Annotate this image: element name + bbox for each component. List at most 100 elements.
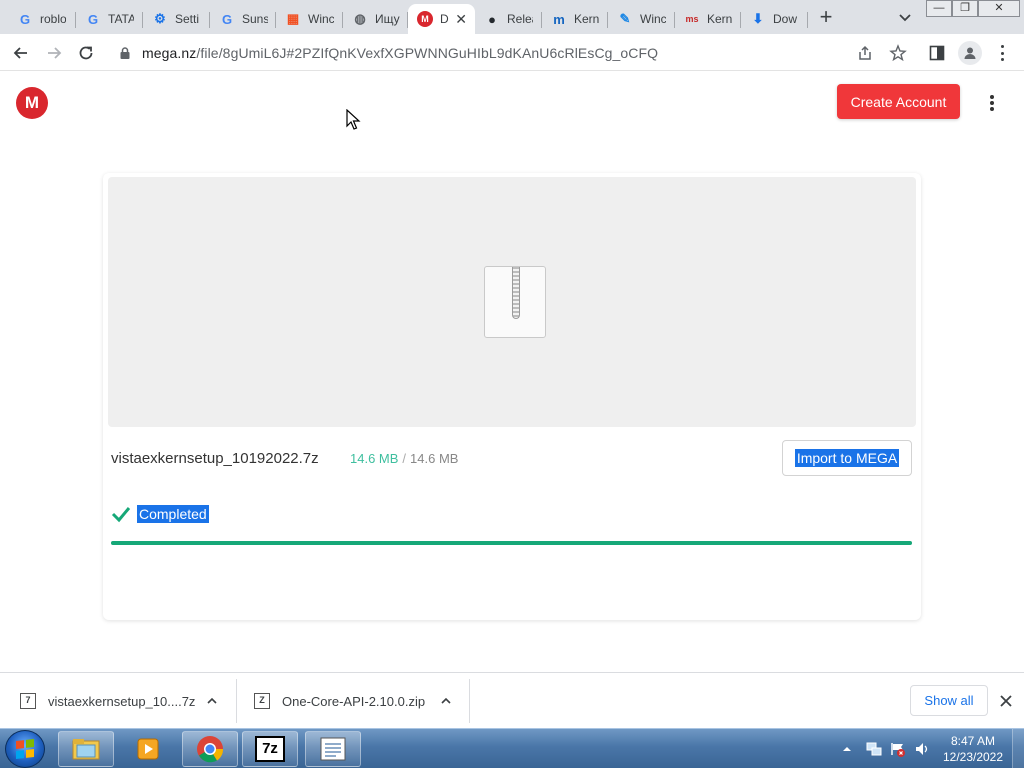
download-status: Completed <box>137 505 209 523</box>
chrome-settings-icon: ⚙ <box>154 11 166 26</box>
checkmark-icon <box>111 507 131 523</box>
url-path: /file/8gUmiL6J#2PZIfQnKVexfXGPWNNGuHIbL9… <box>196 44 659 61</box>
browser-tab[interactable]: ● Relea <box>475 4 542 34</box>
google-g-icon: G <box>221 11 233 27</box>
browser-menu-button[interactable] <box>996 44 1008 62</box>
arrow-right-icon <box>48 47 62 59</box>
taskbar-clock[interactable]: 8:47 AM 12/23/2022 <box>938 733 1008 765</box>
reload-button[interactable] <box>75 42 97 64</box>
mega-logo-icon[interactable]: M <box>16 87 48 119</box>
m-square-icon: m <box>553 11 565 27</box>
restore-button[interactable]: ❐ <box>952 0 978 17</box>
total-size: 14.6 MB <box>410 451 459 466</box>
download-separator <box>236 679 237 723</box>
microsoft-logo-icon: ▦ <box>286 11 300 26</box>
tab-title: Kern <box>574 12 600 26</box>
chevron-up-icon[interactable] <box>206 695 218 707</box>
minimize-button[interactable]: — <box>926 0 952 17</box>
create-account-button[interactable]: Create Account <box>837 84 960 119</box>
bookmark-star-icon[interactable] <box>889 44 907 62</box>
download-shelf: 7 vistaexkernsetup_10....7z Z One-Core-A… <box>0 672 1024 728</box>
edit-pen-icon: ✎ <box>619 11 631 26</box>
download-item[interactable]: Z One-Core-API-2.10.0.zip <box>254 673 470 729</box>
file-size: 14.6 MB/14.6 MB <box>350 451 458 466</box>
tab-title: Dow <box>773 12 798 26</box>
start-button[interactable] <box>5 730 45 768</box>
tray-expand-icon[interactable] <box>842 744 852 754</box>
arrow-left-icon <box>13 47 27 59</box>
taskbar-media-player[interactable] <box>120 731 176 767</box>
notepad-icon <box>320 737 346 761</box>
tab-title: D <box>440 12 449 26</box>
browser-tab[interactable]: G TATA <box>76 4 143 34</box>
show-all-downloads-button[interactable]: Show all <box>910 685 988 716</box>
chrome-icon <box>197 736 224 763</box>
windows-logo-icon <box>16 739 34 759</box>
github-icon: ● <box>488 11 496 27</box>
reload-icon <box>79 46 93 60</box>
browser-tab[interactable]: ⬇ Dow <box>741 4 808 34</box>
tab-title: Suns <box>242 12 268 26</box>
tab-title: Setti <box>175 12 200 26</box>
media-player-icon <box>137 738 159 760</box>
downloaded-size: 14.6 MB <box>350 451 399 466</box>
zip-archive-icon <box>484 266 546 338</box>
system-tray <box>842 729 930 769</box>
browser-tab[interactable]: ▦ Winc <box>276 4 343 34</box>
mouse-cursor-icon <box>346 109 361 130</box>
taskbar-notepad[interactable] <box>305 731 361 767</box>
tab-title: Ищу <box>375 12 400 26</box>
network-icon[interactable] <box>866 741 882 757</box>
download-progress-bar <box>111 541 912 545</box>
share-icon[interactable] <box>857 44 875 62</box>
browser-tab-strip: Groblo G TATA ⚙ Setti G Suns ▦ Winc ◍Ищу MD ✕ ●Relea… <box>0 0 1024 34</box>
side-panel-icon[interactable] <box>928 44 946 62</box>
taskbar-7zip[interactable]: 7z <box>242 731 298 767</box>
google-g-icon: G <box>87 11 99 27</box>
show-desktop-button[interactable] <box>1012 729 1024 769</box>
url-text[interactable]: mega.nz/file/8gUmiL6J#2PZIfQnKVexfXGPWNN… <box>142 45 658 61</box>
mega-logo-icon: M <box>417 11 433 27</box>
forward-button[interactable] <box>43 42 65 64</box>
browser-tab[interactable]: m Kern <box>542 4 608 34</box>
import-button-label: Import to MEGA <box>794 449 900 467</box>
browser-tab[interactable]: Groblo <box>8 4 76 34</box>
tab-close-icon[interactable]: ✕ <box>455 11 467 28</box>
new-tab-button[interactable]: + <box>814 6 838 30</box>
taskbar-file-explorer[interactable] <box>58 731 114 767</box>
browser-tab[interactable]: ◍ Ищу <box>343 4 408 34</box>
browser-tab[interactable]: ⚙ Setti <box>143 4 210 34</box>
tab-active[interactable]: M D ✕ <box>408 4 475 34</box>
chevron-up-icon[interactable] <box>440 695 452 707</box>
tab-search-chevron-icon[interactable] <box>896 8 914 26</box>
tab-title: roblo <box>40 12 66 26</box>
clock-date: 12/23/2022 <box>942 750 1004 764</box>
size-separator: / <box>402 451 407 466</box>
file-name: vistaexkernsetup_10192022.7z <box>111 450 319 467</box>
page-menu-button[interactable] <box>982 92 1002 114</box>
address-bar[interactable]: mega.nz/file/8gUmiL6J#2PZIfQnKVexfXGPWNN… <box>108 38 918 67</box>
windows-taskbar: 7z 8:47 AM 12/23/2022 <box>0 728 1024 769</box>
back-button[interactable] <box>10 42 32 64</box>
url-host: mega.nz <box>142 44 197 61</box>
browser-tab[interactable]: G Suns <box>210 4 276 34</box>
browser-tab[interactable]: ms Kern <box>675 4 741 34</box>
tab-title: Winc <box>640 12 666 26</box>
import-to-mega-button[interactable]: Import to MEGA <box>782 440 912 476</box>
tab-separator <box>807 12 808 28</box>
action-center-icon[interactable] <box>890 741 906 757</box>
mega-page: M Create Account vistaexkernsetup_101920… <box>0 72 1024 672</box>
zip-archive-icon: Z <box>254 693 270 709</box>
close-window-button[interactable]: ✕ <box>978 0 1020 17</box>
7z-archive-icon: 7 <box>20 693 36 709</box>
lock-icon[interactable] <box>118 46 132 60</box>
profile-avatar[interactable] <box>958 41 982 65</box>
taskbar-chrome[interactable] <box>182 731 238 767</box>
tab-title: Winc <box>308 12 334 26</box>
download-item[interactable]: 7 vistaexkernsetup_10....7z <box>20 673 236 729</box>
browser-tab[interactable]: ✎ Winc <box>608 4 675 34</box>
person-icon <box>964 47 976 59</box>
close-icon[interactable] <box>998 693 1014 709</box>
tab-title: TATA <box>108 12 134 26</box>
volume-icon[interactable] <box>914 741 930 757</box>
